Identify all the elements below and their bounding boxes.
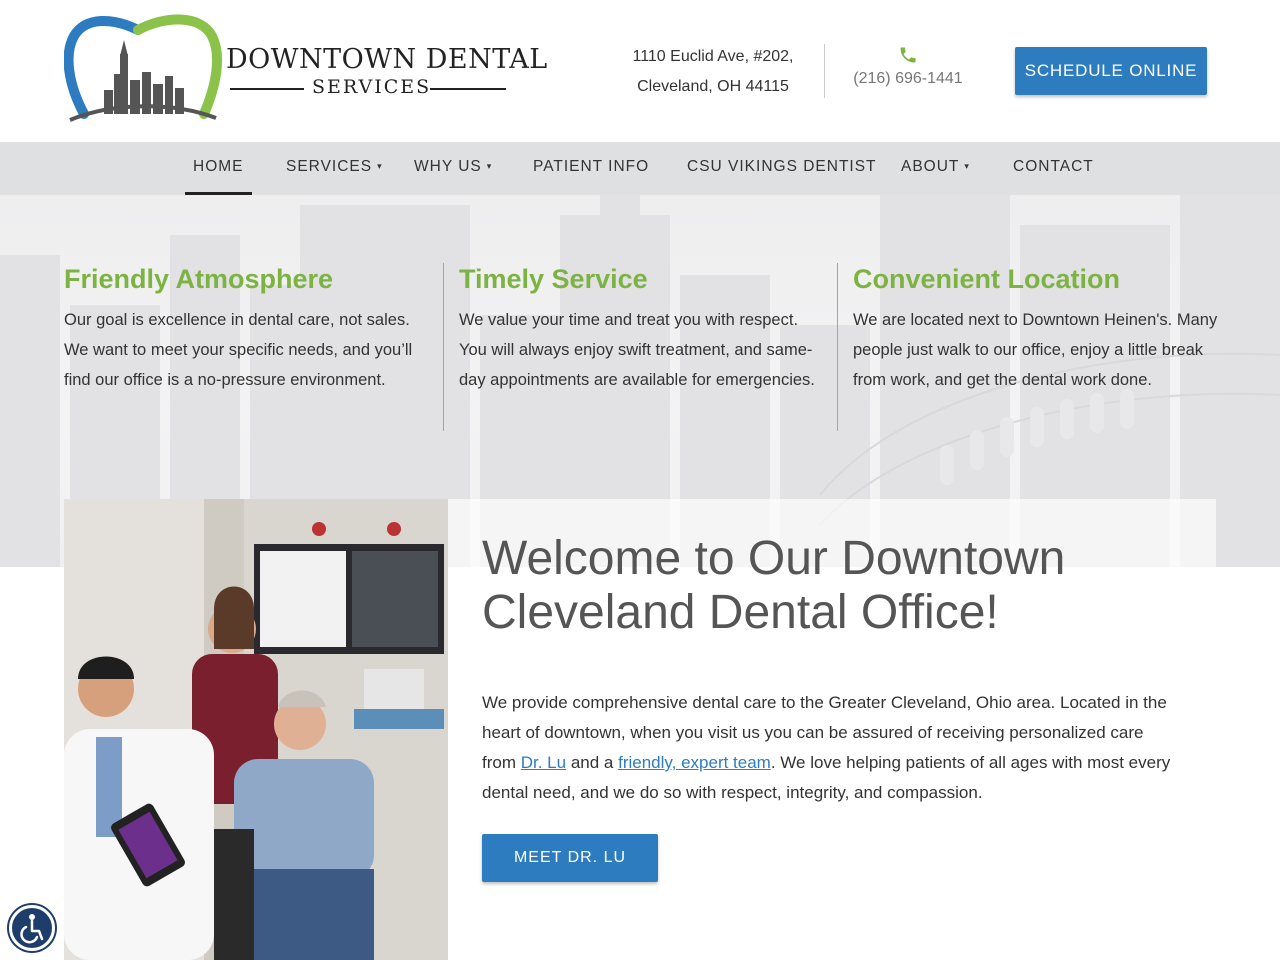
schedule-online-button[interactable]: SCHEDULE ONLINE [1015,47,1207,95]
accessibility-icon [20,914,44,944]
site-header: DOWNTOWN DENTAL SERVICES 1110 Euclid Ave… [0,0,1280,142]
nav-item-patient-info[interactable]: PATIENT INFO [533,142,649,195]
phone-number[interactable]: (216) 696-1441 [848,70,968,88]
feature-friendly-atmosphere: Friendly Atmosphere Our goal is excellen… [64,264,430,395]
office-address: 1110 Euclid Ave, #202, Cleveland, OH 441… [606,42,820,102]
nav-label: ABOUT [901,158,960,175]
address-line-1: 1110 Euclid Ave, #202, [632,48,794,65]
accessibility-button[interactable] [9,905,55,951]
nav-item-contact[interactable]: CONTACT [1013,142,1094,195]
logo-subtitle: SERVICES [312,76,432,98]
chevron-down-icon: ▾ [377,161,383,171]
phone-icon [900,47,916,63]
feature-text: We are located next to Downtown Heinen's… [853,311,1218,389]
logo-rule-left [230,88,304,90]
main-nav: HOME SERVICES ▾ WHY US ▾ PATIENT INFO CSU … [0,142,1280,195]
nav-label: WHY US [414,158,482,175]
chevron-down-icon: ▾ [486,161,493,171]
dr-lu-link[interactable]: Dr. Lu [521,753,566,772]
feature-divider [443,263,444,431]
nav-item-csu-vikings-dentist[interactable]: CSU VIKINGS DENTIST [687,142,877,195]
chevron-down-icon: ▾ [964,161,970,171]
feature-title: Timely Service [459,264,648,294]
welcome-paragraph: We provide comprehensive dental care to … [482,688,1172,808]
nav-item-about[interactable]: ABOUT ▾ [901,142,970,195]
feature-text: We value your time and treat you with re… [459,311,815,389]
welcome-text-2: and a [566,753,619,772]
nav-label: PATIENT INFO [533,158,650,175]
feature-title: Friendly Atmosphere [64,264,334,294]
nav-label: SERVICES [286,158,373,175]
dentist-with-patient-image [64,499,448,960]
team-photo [64,499,448,960]
meet-dr-lu-button[interactable]: MEET DR. LU [482,834,658,882]
tooth-skyline-icon [64,14,222,122]
welcome-heading-line-1: Welcome to Our Downtown [482,532,1066,585]
logo-rule-right [430,88,506,90]
nav-item-why-us[interactable]: WHY US ▾ [414,142,492,195]
feature-timely-service: Timely Service We value your time and tr… [459,264,825,395]
nav-item-services[interactable]: SERVICES ▾ [286,142,383,195]
feature-convenient-location: Convenient Location We are located next … [853,264,1223,395]
site-logo[interactable]: DOWNTOWN DENTAL SERVICES [64,14,547,126]
expert-team-link[interactable]: friendly, expert team [618,753,771,772]
nav-label: CONTACT [1013,158,1094,175]
address-line-2: Cleveland, OH 44115 [637,78,789,95]
nav-item-home[interactable]: HOME [185,142,252,195]
nav-label: CSU VIKINGS DENTIST [687,158,877,175]
logo-name: DOWNTOWN DENTAL [226,44,548,75]
feature-divider [837,263,838,431]
welcome-heading: Welcome to Our Downtown Cleveland Dental… [482,532,1202,640]
nav-label: HOME [193,158,244,175]
header-divider [824,44,825,98]
feature-text: Our goal is excellence in dental care, n… [64,311,413,389]
feature-title: Convenient Location [853,264,1121,294]
welcome-heading-line-2: Cleveland Dental Office! [482,586,999,639]
